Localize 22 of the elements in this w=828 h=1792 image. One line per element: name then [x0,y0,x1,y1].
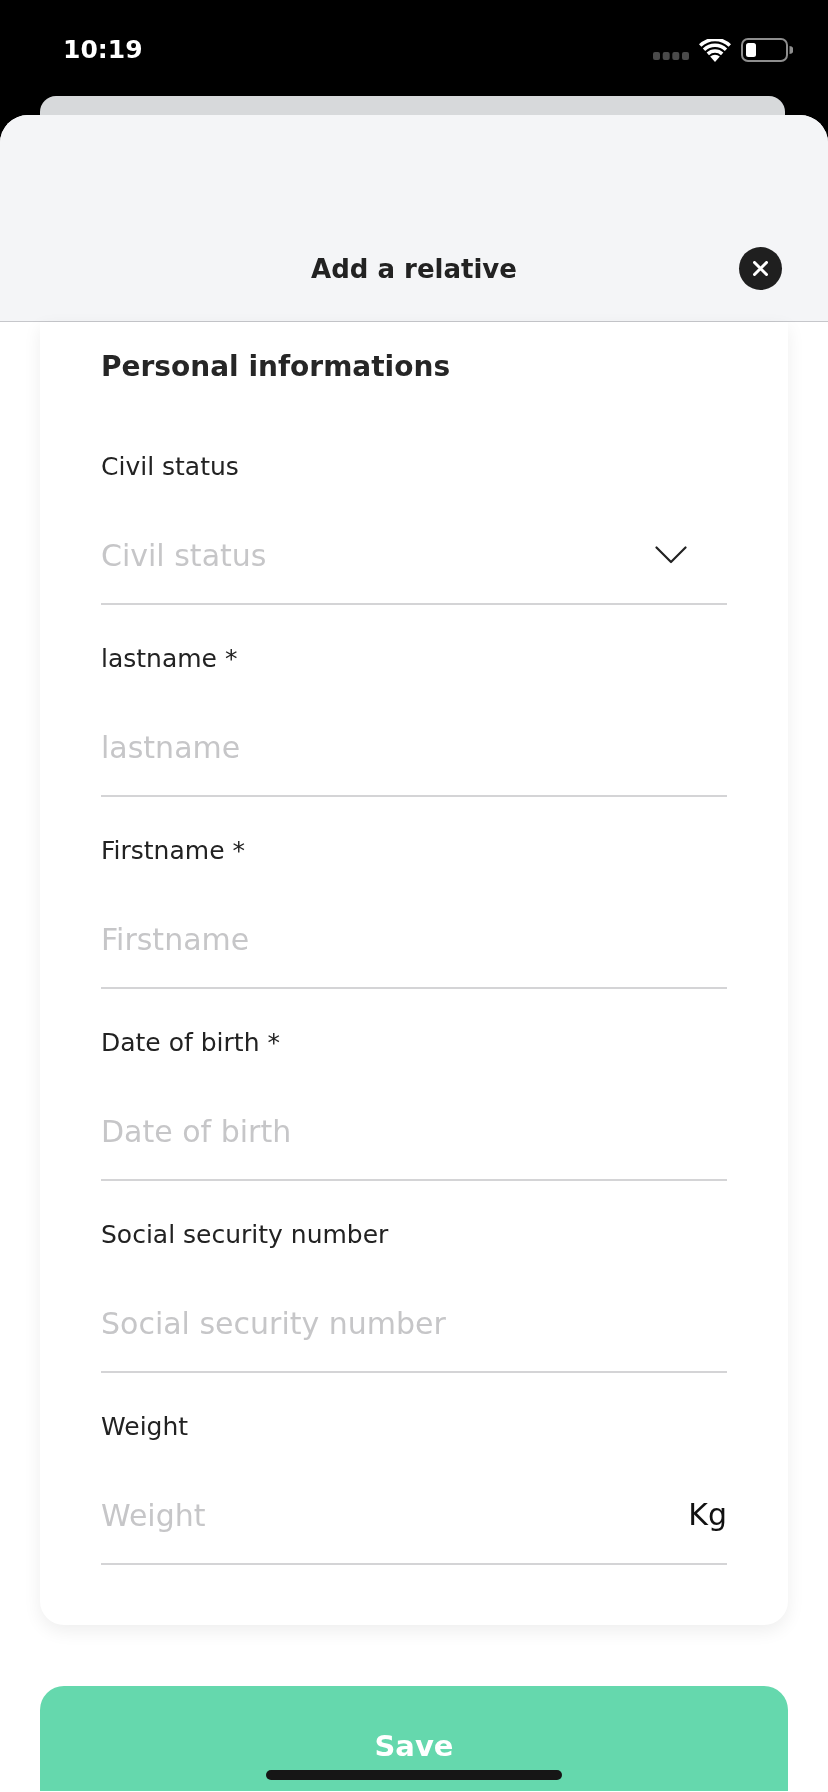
field-label: Firstname * [101,835,245,867]
chevron-down-icon [655,546,687,564]
field-label: Civil status [101,451,239,483]
section-title: Personal informations [101,349,451,385]
close-button[interactable] [739,247,782,290]
field-label: Social security number [101,1219,389,1251]
input-field[interactable]: Date of birth [101,1111,727,1181]
input-field[interactable]: lastname [101,727,727,797]
save-button[interactable]: Save [40,1686,788,1791]
input-field[interactable]: Firstname [101,919,727,989]
field-label: lastname * [101,643,238,675]
status-time: 10:19 [63,34,143,66]
signal-icon [653,52,689,60]
battery-icon [741,38,793,62]
modal-title: Add a relative [311,253,517,286]
dropdown-field[interactable]: Civil status [101,535,727,605]
unit-label: Kg [688,1496,727,1534]
field-label: Weight [101,1411,189,1443]
input-field[interactable]: Social security number [101,1303,727,1373]
wifi-icon [699,38,731,62]
field-label: Date of birth * [101,1027,280,1059]
close-icon [753,261,768,276]
